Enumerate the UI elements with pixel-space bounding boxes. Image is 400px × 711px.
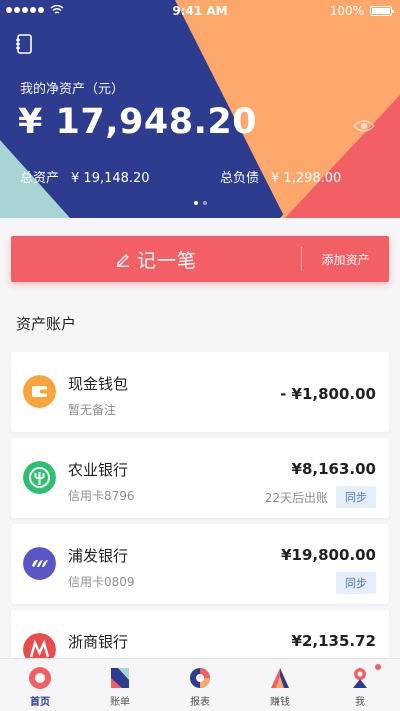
eye-icon[interactable] bbox=[353, 118, 375, 134]
section-title: 资产账户 bbox=[16, 315, 77, 333]
report-icon bbox=[190, 668, 210, 688]
account-card-number: 信用卡8796 bbox=[68, 489, 135, 503]
sync-button[interactable]: 同步 bbox=[336, 486, 376, 508]
tab-label: 首页 bbox=[30, 697, 50, 708]
account-name: 农业银行 bbox=[68, 461, 129, 479]
wallet-icon bbox=[23, 375, 56, 408]
account-card-cash[interactable]: 现金钱包 暂无备注 - ¥1,800.00 bbox=[11, 352, 389, 432]
total-assets: 总资产 ¥ 19,148.20 bbox=[20, 167, 150, 186]
pencil-icon bbox=[116, 254, 129, 267]
tab-bill[interactable]: 账单 bbox=[80, 659, 160, 711]
page-indicator bbox=[0, 201, 400, 205]
tab-label: 赚钱 bbox=[270, 697, 290, 708]
battery-icon bbox=[370, 6, 394, 16]
account-card-spdb[interactable]: 浦发银行 信用卡0809 ¥19,800.00 同步 bbox=[11, 524, 389, 604]
account-name: 现金钱包 bbox=[68, 375, 129, 393]
tab-label: 报表 bbox=[190, 697, 210, 708]
account-name: 浙商银行 bbox=[68, 633, 129, 651]
sync-button[interactable]: 同步 bbox=[336, 572, 376, 594]
record-button-label: 记一笔 bbox=[136, 249, 197, 272]
home-icon bbox=[29, 667, 51, 689]
tab-label: 账单 bbox=[110, 697, 130, 708]
earn-icon bbox=[271, 668, 289, 688]
record-button[interactable]: 记一笔 bbox=[11, 236, 301, 282]
tab-profile[interactable]: 我 bbox=[320, 659, 400, 711]
account-note: 暂无备注 bbox=[68, 403, 117, 417]
hero-panel: 9:41 AM 100% 我的净资产（元） ¥ 17,948.20 总资产 ¥ 1… bbox=[0, 0, 400, 218]
tab-earn[interactable]: 赚钱 bbox=[240, 659, 320, 711]
tab-report[interactable]: 报表 bbox=[160, 659, 240, 711]
total-assets-value: ¥ 19,148.20 bbox=[71, 171, 150, 186]
tab-label: 我 bbox=[355, 697, 365, 708]
account-card-number: 信用卡0809 bbox=[68, 575, 135, 589]
account-amount: ¥8,163.00 bbox=[291, 460, 376, 478]
account-book-icon[interactable] bbox=[15, 34, 33, 54]
spdb-bank-icon bbox=[23, 547, 56, 580]
tab-bar: 首页 账单 报表 赚钱 我 bbox=[0, 658, 400, 711]
abc-bank-icon bbox=[23, 461, 56, 494]
net-assets-amount: ¥ 17,948.20 bbox=[18, 102, 258, 142]
tab-home[interactable]: 首页 bbox=[0, 659, 80, 711]
battery-percent: 100% bbox=[329, 4, 364, 18]
bill-icon bbox=[111, 668, 129, 688]
profile-icon bbox=[353, 668, 367, 688]
status-bar: 9:41 AM 100% bbox=[0, 0, 400, 24]
account-amount: - ¥1,800.00 bbox=[280, 385, 376, 403]
total-liabilities-value: ¥ 1,298.00 bbox=[271, 171, 342, 186]
total-liabilities: 总负债 ¥ 1,298.00 bbox=[220, 167, 341, 186]
page-dot bbox=[202, 201, 207, 205]
action-bar: 记一笔 添加资产 bbox=[11, 236, 389, 282]
net-assets-label: 我的净资产（元） bbox=[20, 82, 125, 97]
total-liabilities-label: 总负债 bbox=[220, 171, 260, 186]
account-name: 浦发银行 bbox=[68, 547, 129, 565]
page-dot bbox=[193, 201, 198, 205]
total-assets-label: 总资产 bbox=[20, 171, 60, 186]
billing-note: 22天后出账 bbox=[264, 490, 328, 505]
account-amount: ¥2,135.72 bbox=[291, 632, 376, 650]
add-asset-button[interactable]: 添加资产 bbox=[302, 236, 389, 282]
account-amount: ¥19,800.00 bbox=[281, 546, 376, 564]
account-card-abc[interactable]: 农业银行 信用卡8796 ¥8,163.00 22天后出账 同步 bbox=[11, 438, 389, 518]
notification-badge bbox=[375, 664, 381, 670]
